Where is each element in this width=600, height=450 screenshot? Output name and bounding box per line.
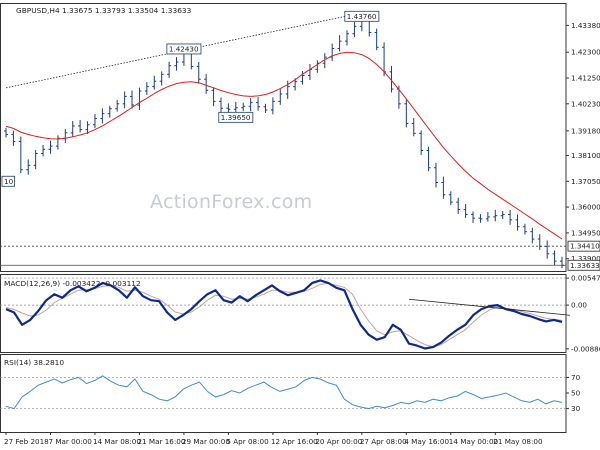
chart-svg: 1.43380 1.42300 1.41250 1.40230 1.39180 1.381… [0,3,600,446]
x-tick-label: 29 Mar 00:00 [182,437,230,446]
x-tick-label: 14 Mar 08:00 [93,437,141,446]
price-y-tick-label: 1.38100 [571,151,600,160]
macd-main-line [5,279,563,350]
price-panel-frame [0,3,567,272]
rsi-panel-frame [0,354,567,433]
macd-y-tick-label: -0.00886 [571,344,600,353]
price-y-tick-label: 1.36000 [571,203,600,212]
price-y-tick-label: 1.34950 [571,228,600,237]
x-tick-label: 27 Feb 2018 [4,437,49,446]
watermark: ActionForex.com [150,191,313,213]
price-annotation-label: 10 [4,177,14,186]
x-tick-label: 5 Apr 08:00 [226,437,269,446]
price-y-tick-label: 1.40230 [571,99,600,108]
macd-y-tick-label: 0.00547 [571,274,600,283]
price-level-label: 1.33633 [570,261,600,270]
rsi-y-tick-label: 50 [571,389,581,398]
x-tick-label: 12 Apr 16:00 [271,437,318,446]
x-tick-label: 4 May 16:00 [404,437,449,446]
x-tick-label: 20 Apr 00:00 [315,437,362,446]
x-tick-label: 14 May 00:00 [449,437,499,446]
rsi-line [5,375,563,410]
price-header: GBPUSD,H4 1.33675 1.33793 1.33504 1.3363… [16,6,192,15]
price-y-tick-label: 1.41250 [571,73,600,82]
x-tick-label: 21 Mar 16:00 [137,437,185,446]
rsi-header: RSI(14) 38.2810 [4,358,64,367]
rsi-y-tick-label: 70 [571,373,581,382]
x-tick-label: 21 May 08:00 [493,437,543,446]
price-y-tick-label: 1.39180 [571,126,600,135]
price-annotation-label: 1.39650 [221,113,251,122]
chart-root: 1.43380 1.42300 1.41250 1.40230 1.39180 1.381… [0,0,600,450]
x-tick-label: 7 Mar 00:00 [48,437,92,446]
price-y-tick-label: 1.37050 [571,177,600,186]
macd-y-tick-label: 0.00 [571,301,587,310]
price-level-label: 1.34410 [570,242,600,251]
price-annotation-label: 1.42430 [169,44,199,53]
macd-trendline [408,298,571,316]
x-tick-label: 27 Apr 08:00 [360,437,407,446]
price-annotation-label: 1.43760 [347,12,377,21]
rsi-y-tick-label: 30 [571,404,581,413]
price-y-tick-label: 1.42300 [571,48,600,57]
macd-header: MACD(12,26,9) -0.003422 -0.003112 [4,279,141,288]
price-y-tick-label: 1.43380 [571,21,600,30]
